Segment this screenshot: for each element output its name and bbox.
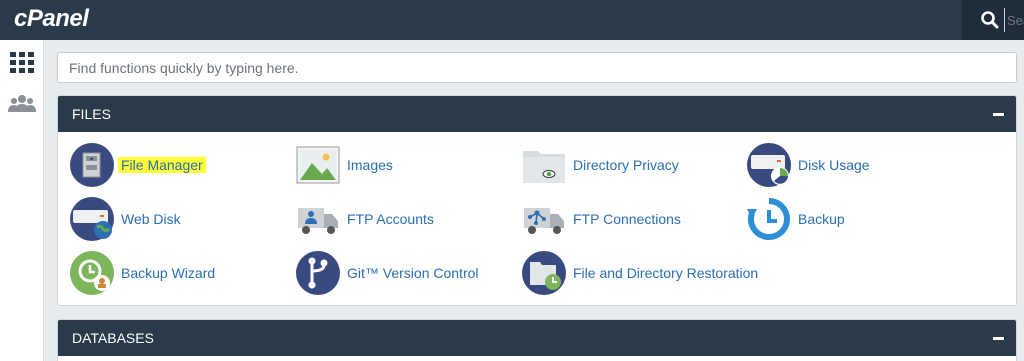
item-label: Git™ Version Control (347, 265, 479, 281)
databases-panel-title: DATABASES (72, 330, 154, 346)
files-panel-header[interactable]: FILES (58, 96, 1016, 132)
top-bar: cPanel (0, 0, 1024, 40)
restore-icon (522, 251, 566, 295)
item-label: File and Directory Restoration (573, 265, 759, 281)
item-git-version-control[interactable]: Git™ Version Control (296, 251, 479, 295)
top-search-input[interactable] (1004, 8, 1024, 32)
item-label: Web Disk (121, 211, 181, 227)
databases-panel-header[interactable]: DATABASES (58, 320, 1016, 356)
collapse-icon[interactable] (993, 113, 1004, 116)
files-panel: FILES File Manager Images Directory Priv (57, 95, 1017, 306)
item-label: FTP Accounts (347, 211, 434, 227)
directory-privacy-icon (523, 151, 565, 183)
git-icon (296, 251, 340, 295)
item-ftp-connections[interactable]: FTP Connections (522, 197, 681, 241)
item-label: Disk Usage (798, 157, 870, 173)
backup-wizard-icon (70, 251, 114, 295)
item-label: File Manager (118, 157, 206, 173)
item-label: Backup (798, 211, 845, 227)
sidebar (0, 40, 44, 361)
item-label: Backup Wizard (121, 265, 216, 281)
item-directory-privacy[interactable]: Directory Privacy (522, 143, 679, 187)
collapse-icon[interactable] (993, 337, 1004, 340)
files-panel-title: FILES (72, 106, 111, 122)
top-search[interactable] (962, 0, 1024, 40)
item-label: Images (347, 157, 393, 173)
item-backup-wizard[interactable]: Backup Wizard (70, 251, 215, 295)
quick-search-input[interactable] (57, 52, 1017, 83)
ftp-connections-icon (524, 208, 564, 234)
item-web-disk[interactable]: Web Disk (70, 197, 181, 241)
item-backup[interactable]: Backup (747, 197, 845, 241)
item-disk-usage[interactable]: Disk Usage (747, 143, 870, 187)
web-disk-icon (70, 197, 114, 241)
item-label: FTP Connections (573, 211, 681, 227)
file-manager-icon (70, 143, 114, 187)
item-file-manager[interactable]: File Manager (70, 143, 206, 187)
cpanel-logo[interactable]: cPanel (14, 5, 89, 33)
databases-panel: DATABASES (57, 319, 1017, 361)
item-file-directory-restoration[interactable]: File and Directory Restoration (522, 251, 758, 295)
grid-icon[interactable] (8, 48, 36, 76)
ftp-accounts-icon (298, 208, 338, 234)
images-icon (296, 146, 340, 184)
search-icon[interactable] (980, 10, 1000, 30)
backup-icon (747, 198, 790, 240)
item-ftp-accounts[interactable]: FTP Accounts (296, 197, 434, 241)
disk-usage-icon (747, 143, 791, 187)
item-images[interactable]: Images (296, 143, 393, 187)
users-icon[interactable] (8, 90, 36, 118)
item-label: Directory Privacy (573, 157, 679, 173)
